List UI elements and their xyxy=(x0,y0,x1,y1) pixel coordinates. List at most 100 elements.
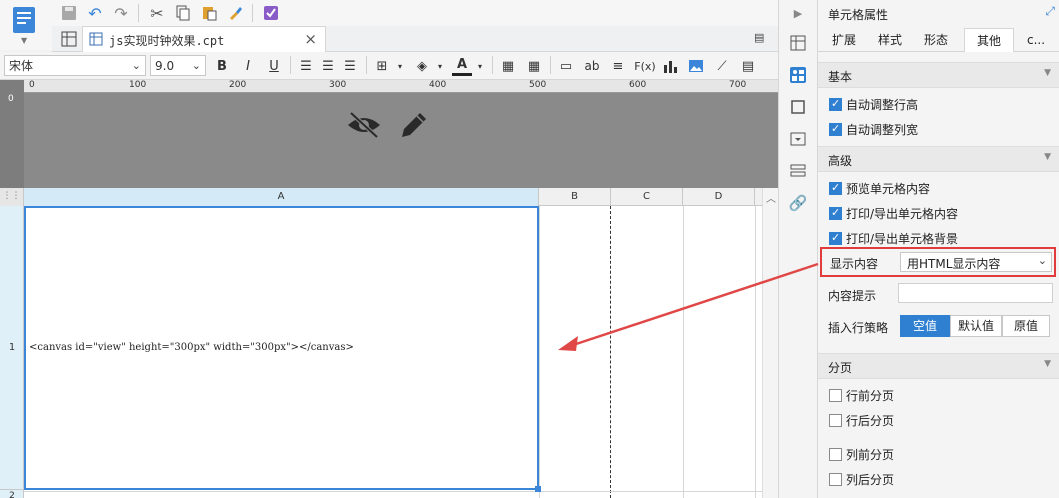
format-painter-icon[interactable] xyxy=(224,2,246,24)
redo-icon[interactable]: ↷ xyxy=(110,2,132,24)
select-all-corner[interactable]: ⋮⋮ xyxy=(0,188,24,206)
section-paging[interactable]: 分页 ▼ xyxy=(818,353,1059,379)
fill-handle[interactable] xyxy=(535,486,541,492)
toolbar-divider xyxy=(290,56,291,74)
option-page-after-row[interactable]: 行后分页 xyxy=(829,412,894,428)
chevron-up-icon[interactable]: ︿ xyxy=(766,190,776,205)
option-preview-content[interactable]: 预览单元格内容 xyxy=(829,180,930,196)
paste-icon[interactable] xyxy=(198,2,220,24)
checkbox[interactable] xyxy=(829,447,842,461)
option-auto-col-width[interactable]: 自动调整列宽 xyxy=(829,121,918,137)
section-advanced-label: 高级 xyxy=(828,154,853,168)
edit-pencil-icon[interactable] xyxy=(398,109,430,141)
cut-icon[interactable]: ✂ xyxy=(146,2,168,24)
option-page-after-col[interactable]: 列后分页 xyxy=(829,471,894,487)
tab-expand[interactable]: 扩展 xyxy=(822,28,866,52)
column-header-d[interactable]: D xyxy=(683,188,755,206)
align-right-icon[interactable]: ☰ xyxy=(340,56,360,76)
chevron-down-icon[interactable]: ▾ xyxy=(470,56,490,76)
checkbox[interactable] xyxy=(829,122,842,136)
display-content-label: 显示内容 xyxy=(830,257,879,271)
align-left-icon[interactable]: ☰ xyxy=(296,56,316,76)
underline-button[interactable]: U xyxy=(264,56,284,76)
widget-icon[interactable] xyxy=(787,128,809,150)
column-header-b[interactable]: B xyxy=(539,188,611,206)
save-icon[interactable] xyxy=(58,2,80,24)
checkbox[interactable] xyxy=(829,206,842,220)
column-header-c[interactable]: C xyxy=(611,188,683,206)
insert-strategy-default[interactable]: 默认值 xyxy=(950,315,1002,337)
checkbox[interactable] xyxy=(829,413,842,427)
undo-icon[interactable]: ↶ xyxy=(84,2,106,24)
content-hint-input[interactable] xyxy=(898,283,1053,303)
tab-document-label: js实现时钟效果.cpt xyxy=(109,34,225,48)
checkbox[interactable] xyxy=(829,181,842,195)
cell-a1[interactable]: <canvas id="view" height="300px" width="… xyxy=(24,206,539,490)
pin-icon[interactable]: ⤢ xyxy=(1045,4,1055,19)
split-cells-icon[interactable]: ▦ xyxy=(524,56,544,76)
merge-cells-icon[interactable]: ▦ xyxy=(498,56,518,76)
hyperlink-icon[interactable]: 🔗 xyxy=(787,192,809,214)
checkbox[interactable] xyxy=(829,97,842,111)
option-auto-row-height[interactable]: 自动调整行高 xyxy=(829,96,918,112)
cell-element-icon[interactable] xyxy=(787,32,809,54)
chart-icon[interactable] xyxy=(660,56,680,76)
panel-tab-bar: 扩展 样式 形态 其他 c... xyxy=(818,28,1059,52)
column-header-a[interactable]: A xyxy=(24,188,539,206)
display-content-select[interactable]: 用HTML显示内容 ⌄ xyxy=(900,252,1052,272)
logo-chevron-down-icon[interactable]: ▼ xyxy=(21,36,27,45)
float-element-icon[interactable] xyxy=(787,96,809,118)
tab-more[interactable]: c... xyxy=(1016,28,1056,52)
option-page-before-col[interactable]: 列前分页 xyxy=(829,446,894,462)
sub-report-icon[interactable]: ▤ xyxy=(738,56,758,76)
fill-color-icon[interactable]: ◈ xyxy=(412,56,432,76)
text-color-icon[interactable]: A xyxy=(452,56,472,76)
document-tab-bar: js实现时钟效果.cpt × ▤ xyxy=(52,26,778,52)
option-print-content[interactable]: 打印/导出单元格内容 xyxy=(829,205,958,221)
insert-field-icon[interactable]: ▭ xyxy=(556,56,576,76)
font-size-select[interactable]: 9.0 ⌄ xyxy=(150,55,206,76)
image-icon[interactable] xyxy=(686,56,706,76)
option-print-background[interactable]: 打印/导出单元格背景 xyxy=(829,230,958,246)
collapse-panel-icon[interactable]: ▶ xyxy=(787,2,809,24)
border-icon[interactable]: ⊞ xyxy=(372,56,392,76)
hide-eye-icon[interactable] xyxy=(346,109,382,141)
vertical-scrollbar[interactable]: ︿ xyxy=(762,188,778,498)
chevron-down-icon: ⌄ xyxy=(1037,254,1047,267)
tab-other[interactable]: 其他 xyxy=(964,28,1014,52)
text-style-icon[interactable]: ab xyxy=(582,56,602,76)
tab-menu-icon[interactable]: ▤ xyxy=(754,31,764,44)
formula-icon[interactable]: F(x) xyxy=(634,56,656,76)
option-label: 打印/导出单元格内容 xyxy=(846,206,959,221)
checkbox[interactable] xyxy=(829,388,842,402)
ruler-tick: 100 xyxy=(129,80,147,90)
tab-style[interactable]: 样式 xyxy=(868,28,912,52)
checkbox[interactable] xyxy=(829,472,842,486)
section-advanced[interactable]: 高级 ▼ xyxy=(818,146,1059,172)
chevron-down-icon[interactable]: ▾ xyxy=(390,56,410,76)
check-template-icon[interactable] xyxy=(260,2,282,24)
tab-form[interactable]: 形态 xyxy=(914,28,958,52)
copy-icon[interactable] xyxy=(172,2,194,24)
align-center-icon[interactable]: ☰ xyxy=(318,56,338,76)
insert-strategy-original[interactable]: 原值 xyxy=(1002,315,1050,337)
vertical-ruler-mark: 0 xyxy=(8,94,14,104)
option-page-before-row[interactable]: 行前分页 xyxy=(829,387,894,403)
row-header-2[interactable]: 2 xyxy=(0,491,24,498)
tab-document[interactable]: js实现时钟效果.cpt × xyxy=(82,26,326,52)
slash-icon[interactable]: ⟋ xyxy=(712,56,732,76)
app-logo-icon[interactable] xyxy=(12,6,36,34)
italic-button[interactable]: I xyxy=(238,56,258,76)
grid-view-icon[interactable] xyxy=(58,28,80,50)
chevron-down-icon[interactable]: ▾ xyxy=(430,56,450,76)
bold-button[interactable]: B xyxy=(212,56,232,76)
paragraph-icon[interactable]: ≡ xyxy=(608,56,628,76)
close-icon[interactable]: × xyxy=(304,30,317,48)
condition-attributes-icon[interactable] xyxy=(787,160,809,182)
cell-attributes-icon[interactable] xyxy=(787,64,809,86)
row-header-1[interactable]: 1 xyxy=(0,206,24,490)
checkbox[interactable] xyxy=(829,231,842,245)
insert-strategy-null[interactable]: 空值 xyxy=(900,315,950,337)
section-basic[interactable]: 基本 ▼ xyxy=(818,62,1059,88)
font-name-select[interactable]: 宋体 ⌄ xyxy=(4,55,146,76)
